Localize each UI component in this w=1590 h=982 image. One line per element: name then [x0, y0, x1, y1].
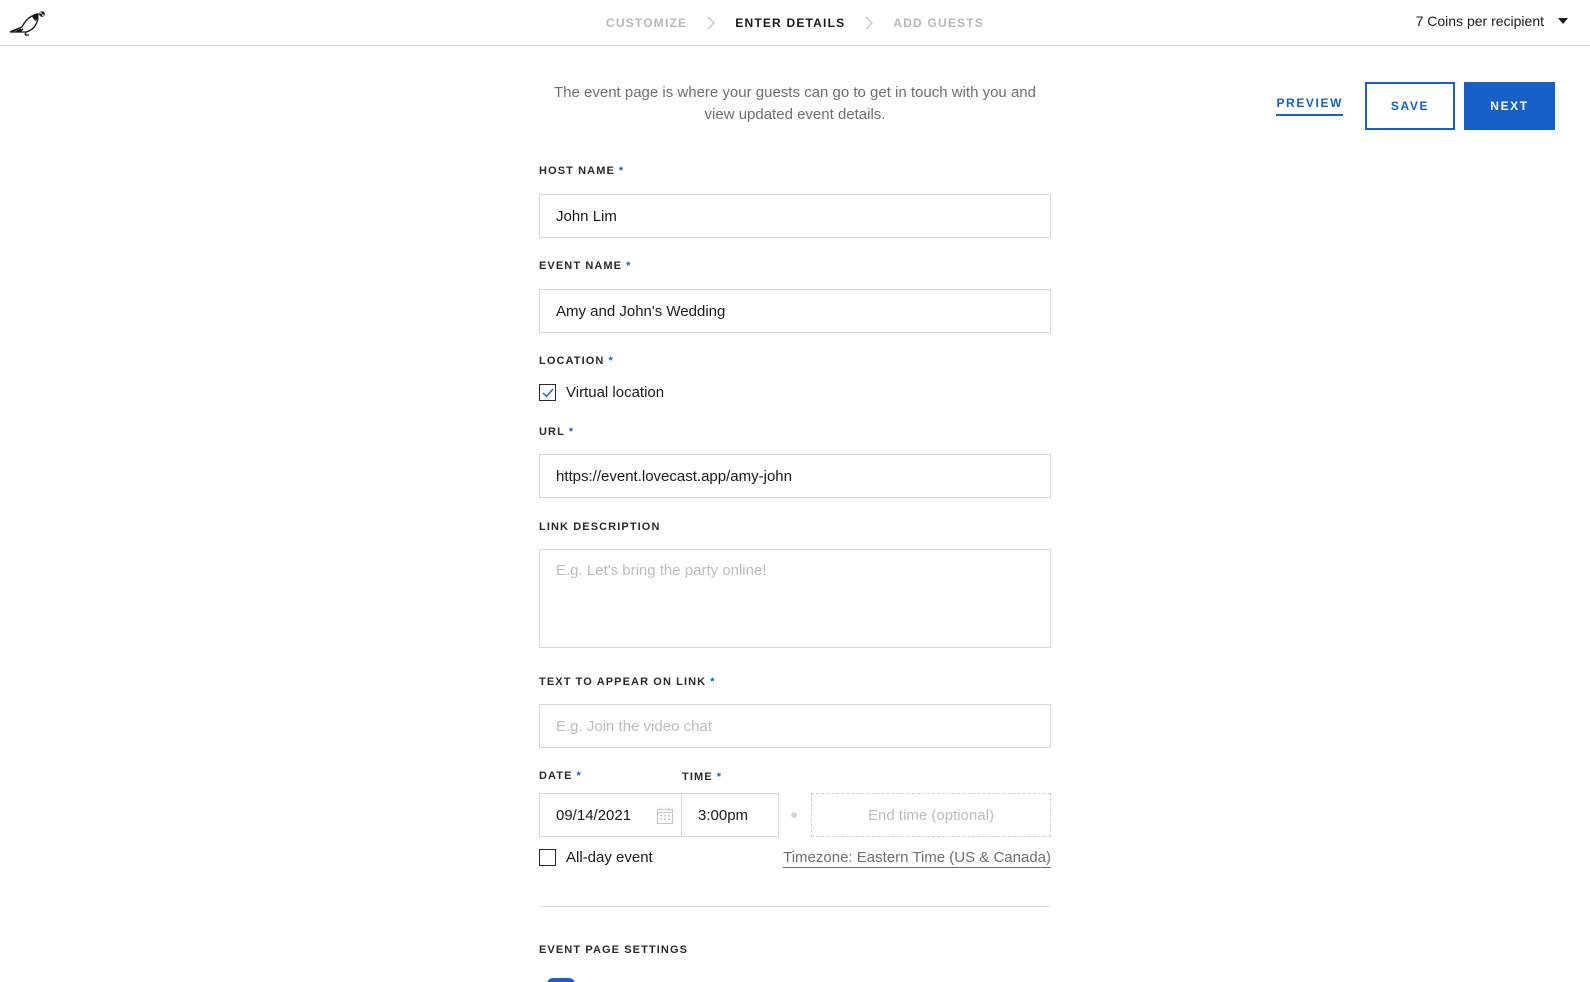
virtual-location-checkbox[interactable]: Virtual location — [539, 384, 664, 401]
checkmark-icon — [542, 388, 554, 398]
save-button[interactable]: SAVE — [1365, 82, 1455, 130]
progress-steps: CUSTOMIZE ENTER DETAILS ADD GUESTS — [0, 0, 1590, 45]
caret-down-icon — [1558, 18, 1568, 24]
host-name-label: HOST NAME * — [539, 165, 625, 177]
event-name-label: EVENT NAME * — [539, 260, 632, 272]
next-button[interactable]: NEXT — [1464, 82, 1555, 130]
section-divider — [539, 906, 1051, 907]
url-input[interactable] — [539, 454, 1051, 498]
time-value: 3:00pm — [698, 806, 749, 824]
calendar-icon[interactable] — [657, 807, 673, 824]
chevron-right-icon — [845, 16, 893, 30]
location-label: LOCATION * — [539, 355, 614, 367]
checkbox-unchecked[interactable] — [539, 849, 556, 866]
checkbox-checked[interactable] — [539, 384, 556, 401]
date-input[interactable]: 09/14/2021 — [539, 793, 682, 837]
event-name-input[interactable] — [539, 289, 1051, 333]
date-value: 09/14/2021 — [556, 806, 632, 824]
link-text-input[interactable] — [539, 704, 1051, 748]
action-buttons: PREVIEW SAVE NEXT — [1276, 82, 1555, 130]
settings-toggle[interactable] — [547, 978, 575, 982]
virtual-location-label: Virtual location — [566, 384, 665, 401]
date-label: DATE * — [539, 770, 582, 782]
link-description-label: LINK DESCRIPTION — [539, 521, 661, 533]
event-page-settings-heading: EVENT PAGE SETTINGS — [539, 944, 689, 956]
link-description-textarea[interactable] — [539, 549, 1051, 648]
time-input[interactable]: 3:00pm — [681, 793, 779, 837]
all-day-event-checkbox[interactable]: All-day event — [539, 849, 653, 866]
step-enter-details[interactable]: ENTER DETAILS — [735, 16, 845, 30]
chevron-right-icon — [687, 16, 735, 30]
coins-label: 7 Coins per recipient — [1415, 13, 1544, 29]
coins-per-recipient-dropdown[interactable]: 7 Coins per recipient — [1416, 13, 1568, 29]
step-add-guests[interactable]: ADD GUESTS — [893, 16, 984, 30]
end-time-input[interactable]: End time (optional) — [811, 793, 1051, 837]
all-day-event-label: All-day event — [566, 849, 653, 866]
time-label: TIME * — [682, 771, 723, 783]
url-label: URL * — [539, 426, 575, 438]
top-bar: CUSTOMIZE ENTER DETAILS ADD GUESTS 7 Coi… — [0, 0, 1590, 46]
preview-button[interactable]: PREVIEW — [1276, 96, 1343, 116]
link-text-label: TEXT TO APPEAR ON LINK * — [539, 676, 716, 688]
timezone-link[interactable]: Timezone: Eastern Time (US & Canada) — [783, 849, 1051, 868]
step-customize[interactable]: CUSTOMIZE — [606, 16, 687, 30]
host-name-input[interactable] — [539, 194, 1051, 238]
separator-dot — [791, 812, 797, 818]
intro-text: The event page is where your guests can … — [554, 84, 1036, 123]
end-time-placeholder: End time (optional) — [868, 806, 994, 824]
